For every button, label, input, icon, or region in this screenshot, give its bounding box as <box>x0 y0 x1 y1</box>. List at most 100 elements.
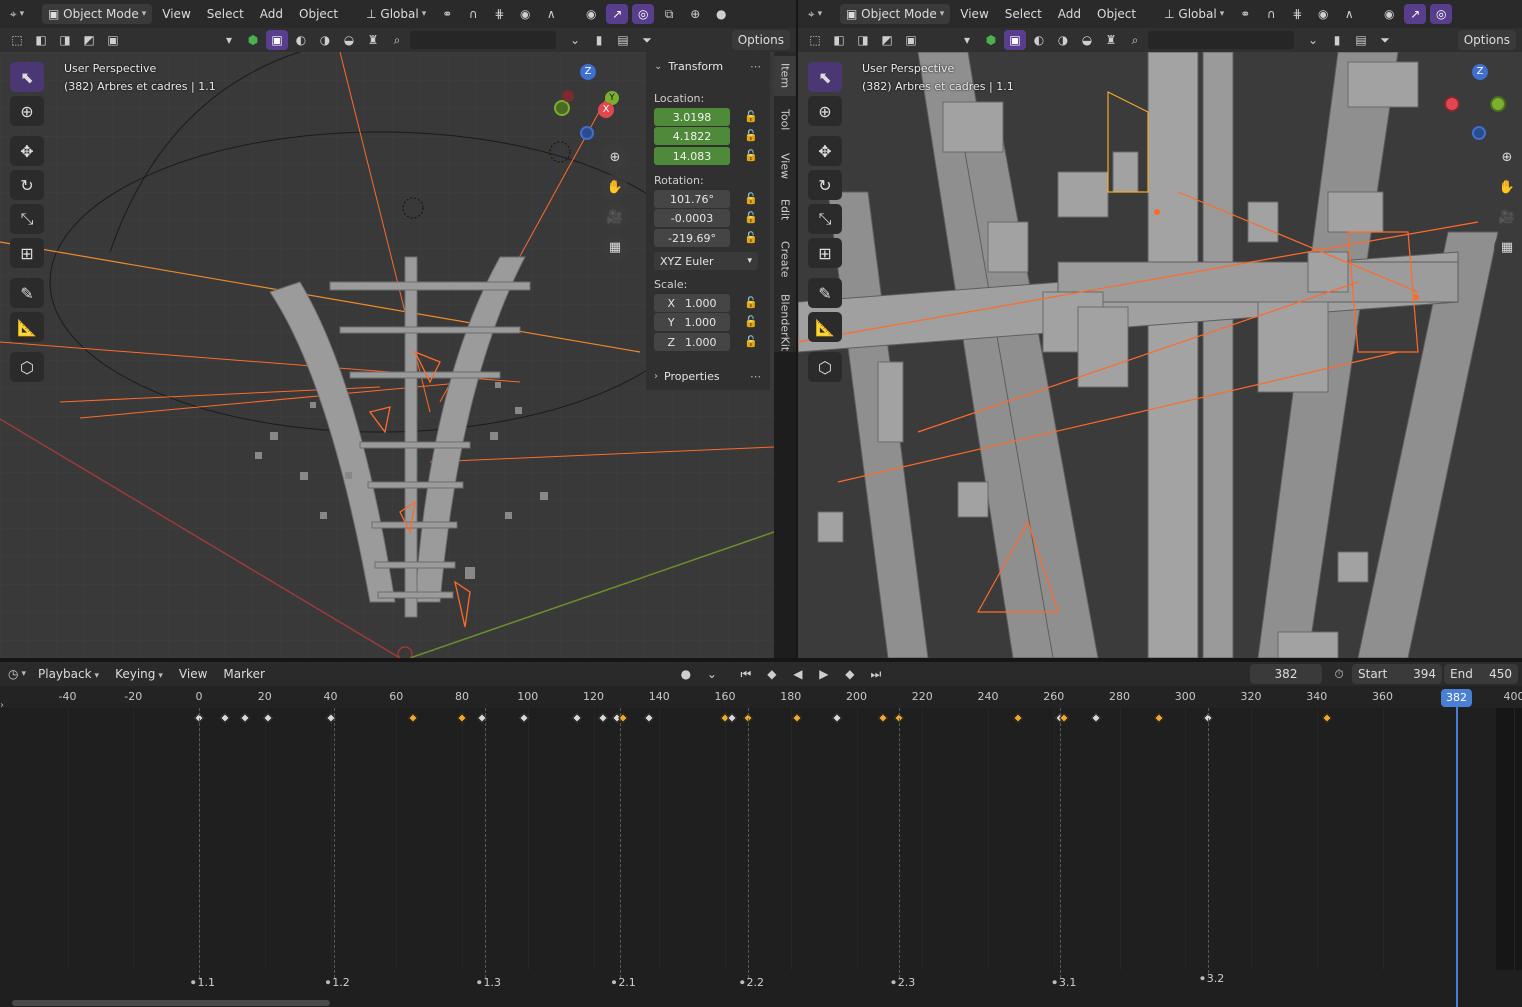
tab-tool[interactable]: Tool <box>774 102 796 138</box>
gizmo-neg-z[interactable] <box>580 126 594 140</box>
jump-start-icon[interactable]: ⏮ <box>735 664 757 684</box>
pivot-icon[interactable]: ⚭ <box>1234 4 1256 24</box>
tab-item[interactable]: Item <box>774 56 796 96</box>
transform-header[interactable]: ⌄ Transform <box>654 60 723 73</box>
zoom-icon[interactable]: ⊕ <box>602 144 628 170</box>
start-frame-field[interactable]: Start 394 <box>1352 664 1442 684</box>
location-z-field[interactable]: 14.083 <box>654 147 730 165</box>
gizmo-x-axis[interactable] <box>1444 96 1460 112</box>
lock-icon[interactable]: 🔓 <box>744 231 758 244</box>
add-cube-tool-icon[interactable]: ⬡ <box>808 352 842 382</box>
tab-create[interactable]: Create <box>774 234 796 284</box>
gizmo-x-axis[interactable]: X <box>598 102 614 118</box>
expand-channels-icon[interactable]: › <box>0 700 4 711</box>
snap-icon[interactable]: ∩ <box>1260 4 1282 24</box>
lock-icon[interactable]: 🔓 <box>744 296 758 309</box>
current-frame-field[interactable]: 382 <box>1250 664 1322 684</box>
gizmo-toggle-icon[interactable]: ↗ <box>1404 4 1427 24</box>
stopwatch-icon[interactable]: ⏱ <box>1328 664 1350 684</box>
play-icon[interactable]: ▶ <box>813 664 835 684</box>
zoom-icon[interactable]: ⊕ <box>1494 144 1520 170</box>
timeline-marker[interactable]: ⏺ 2.2 <box>740 976 764 989</box>
overlay-toggle-icon[interactable]: ◎ <box>632 4 655 24</box>
layout-icon[interactable]: ▤ <box>1350 30 1372 50</box>
falloff-icon[interactable]: ∧ <box>540 4 562 24</box>
lock-icon[interactable]: 🔓 <box>744 211 758 224</box>
layout-icon[interactable]: ▤ <box>612 30 634 50</box>
end-frame-field[interactable]: End 450 <box>1444 664 1518 684</box>
menu-select[interactable]: Select <box>999 7 1048 21</box>
lock-icon[interactable]: 🔓 <box>744 149 758 162</box>
tab-blenderkit[interactable]: BlenderKit <box>774 290 796 356</box>
scale-tool-icon[interactable]: ⤡ <box>10 204 44 234</box>
options-button[interactable]: Options <box>731 30 790 50</box>
timeline-marker[interactable]: ⏺ 1.3 <box>477 976 501 989</box>
move-tool-icon[interactable]: ✥ <box>10 136 44 166</box>
snap-target-icon[interactable]: ⋕ <box>488 4 510 24</box>
drag-handle-icon[interactable]: ⋯ <box>750 60 761 73</box>
annotate-tool-icon[interactable]: ✎ <box>10 278 44 308</box>
auto-keying-icon[interactable]: ● <box>675 664 697 684</box>
gizmo-neg-z[interactable] <box>1472 126 1486 140</box>
menu-object[interactable]: Object <box>1091 7 1142 21</box>
overlay-toggle-icon[interactable]: ◎ <box>1430 4 1453 24</box>
ortho-toggle-icon[interactable]: ▦ <box>602 234 628 260</box>
orientation-dropdown[interactable]: ⊥ Global ▾ <box>1158 4 1230 24</box>
lock-icon[interactable]: 🔓 <box>744 315 758 328</box>
proportional-icon[interactable]: ◉ <box>1312 4 1334 24</box>
menu-marker[interactable]: Marker <box>217 667 270 681</box>
select-invert-icon[interactable]: ◩ <box>876 30 898 50</box>
proportional-icon[interactable]: ◉ <box>514 4 536 24</box>
lock-icon[interactable]: 🔓 <box>744 110 758 123</box>
prev-keyframe-icon[interactable]: ◆ <box>761 664 783 684</box>
measure-tool-icon[interactable]: 📐 <box>808 312 842 342</box>
gizmo-z-axis[interactable]: Z <box>580 64 596 80</box>
select-subtract-icon[interactable]: ◨ <box>54 30 76 50</box>
collection-icon[interactable]: ⬢ <box>242 30 264 50</box>
cursor-tool-icon[interactable]: ⊕ <box>808 96 842 126</box>
menu-add[interactable]: Add <box>1052 7 1087 21</box>
drag-handle-icon[interactable]: ⋯ <box>750 370 761 383</box>
rotation-mode-dropdown[interactable]: XYZ Euler ▾ <box>654 252 758 270</box>
funnel-icon[interactable]: ⏷ <box>1374 30 1396 50</box>
material-icon[interactable]: ◐ <box>290 30 312 50</box>
world-icon[interactable]: ◑ <box>314 30 336 50</box>
navigation-gizmo[interactable]: Z <box>1442 64 1512 144</box>
lock-icon[interactable]: 🔓 <box>744 335 758 348</box>
select-invert-icon[interactable]: ◩ <box>78 30 100 50</box>
orientation-dropdown[interactable]: ⊥ Global ▾ <box>360 4 432 24</box>
rotate-tool-icon[interactable]: ↻ <box>808 170 842 200</box>
timeline-marker[interactable]: ⏺ 1.2 <box>326 976 350 989</box>
jump-end-icon[interactable]: ⏭ <box>865 664 887 684</box>
scale-x-field[interactable]: X 1.000 <box>654 294 730 312</box>
snap-icon[interactable]: ∩ <box>462 4 484 24</box>
gizmo-neg-x[interactable] <box>562 90 574 102</box>
gizmo-y-axis[interactable] <box>1490 96 1506 112</box>
xray-icon[interactable]: ⧉ <box>658 4 680 24</box>
timeline-marker[interactable]: ⏺ 3.2 <box>1200 972 1224 985</box>
keying-set-icon[interactable]: ⌄ <box>701 664 723 684</box>
rotation-y-field[interactable]: -0.0003 <box>654 209 730 227</box>
lock-icon[interactable]: 🔓 <box>744 192 758 205</box>
mesh-filter-icon[interactable]: ▣ <box>266 30 288 50</box>
transform-tool-icon[interactable]: ⊞ <box>808 238 842 268</box>
bookmark-icon[interactable]: ▮ <box>588 30 610 50</box>
pivot-icon[interactable]: ⚭ <box>436 4 458 24</box>
gizmo-toggle-icon[interactable]: ↗ <box>606 4 629 24</box>
select-subtract-icon[interactable]: ◨ <box>852 30 874 50</box>
visibility-icon[interactable]: ◉ <box>580 4 602 24</box>
timeline-body[interactable]: › <box>0 686 1522 1007</box>
scale-tool-icon[interactable]: ⤡ <box>808 204 842 234</box>
scale-z-field[interactable]: Z 1.000 <box>654 333 730 351</box>
funnel-icon[interactable]: ⏷ <box>636 30 658 50</box>
pan-icon[interactable]: ✋ <box>602 174 628 200</box>
scrollbar[interactable] <box>12 1000 330 1006</box>
search-input[interactable] <box>410 31 556 49</box>
playhead-label[interactable]: 382 <box>1441 689 1472 707</box>
select-extend-icon[interactable]: ◧ <box>828 30 850 50</box>
ortho-toggle-icon[interactable]: ▦ <box>1494 234 1520 260</box>
select-extend-icon[interactable]: ◧ <box>30 30 52 50</box>
transform-tool-icon[interactable]: ⊞ <box>10 238 44 268</box>
search-icon[interactable]: ⌕ <box>1124 30 1146 50</box>
mode-dropdown[interactable]: ▣ Object Mode ▾ <box>840 4 951 24</box>
